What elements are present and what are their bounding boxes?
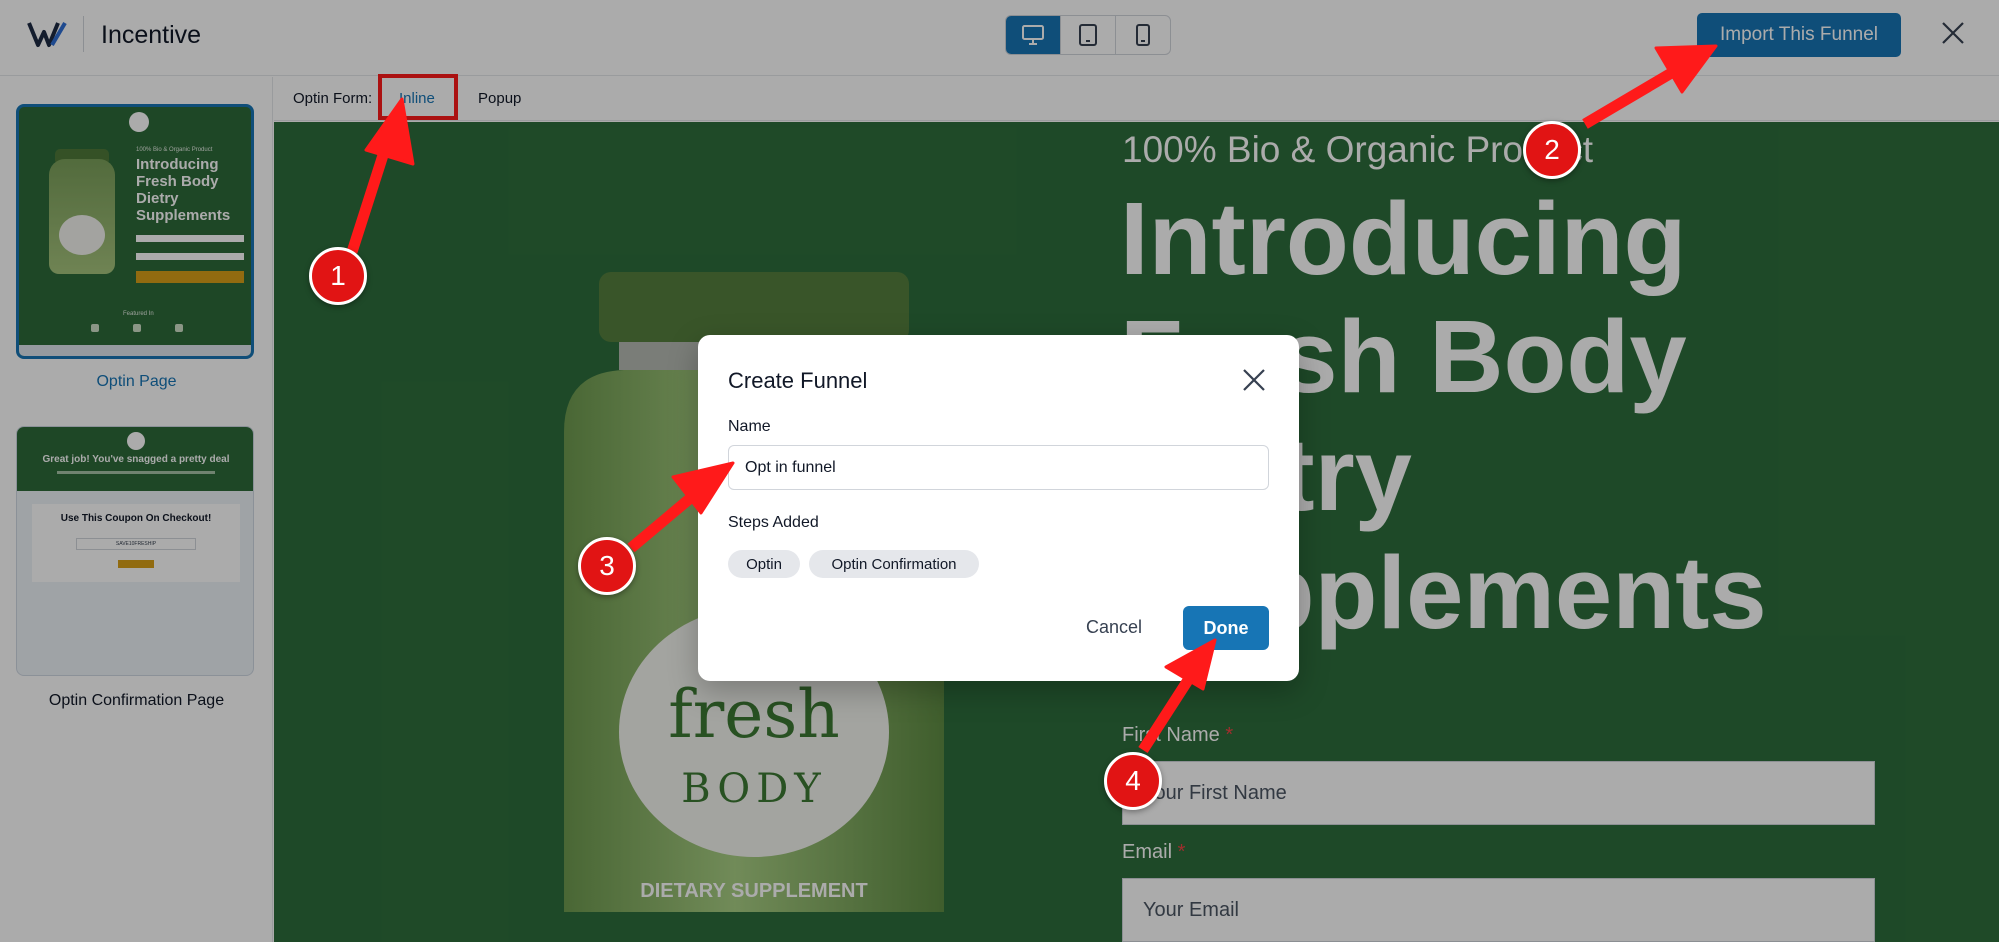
done-button[interactable]: Done [1183, 606, 1269, 650]
step-marker-2: 2 [1523, 121, 1581, 179]
name-label: Name [728, 418, 771, 435]
funnel-name-input[interactable] [728, 445, 1269, 490]
step-marker-3: 3 [578, 537, 636, 595]
step-marker-1: 1 [309, 247, 367, 305]
cancel-button[interactable]: Cancel [1068, 605, 1160, 649]
step-marker-4: 4 [1104, 752, 1162, 810]
create-funnel-dialog: Create Funnel Name Steps Added Optin Opt… [698, 335, 1299, 681]
dialog-title: Create Funnel [728, 368, 868, 393]
steps-added-label: Steps Added [728, 514, 819, 531]
step-chip-optin-confirmation: Optin Confirmation [809, 550, 979, 578]
step-chip-optin: Optin [728, 550, 800, 578]
close-icon[interactable] [1241, 367, 1267, 393]
